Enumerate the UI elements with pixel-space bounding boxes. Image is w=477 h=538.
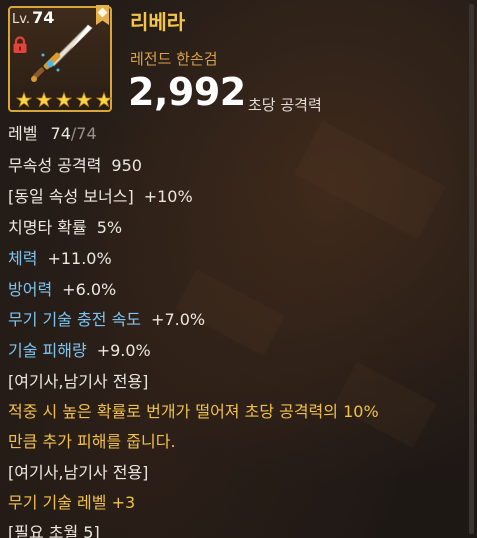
stat-line-hp: 체력 +11.0%: [8, 245, 112, 269]
stat-line-level: 레벨 74/74: [8, 120, 97, 144]
stat-value: +10%: [143, 187, 193, 206]
stat-value: +11.0%: [47, 249, 112, 268]
skill-level-bonus: 무기 기술 레벨 +3: [8, 493, 136, 512]
restriction-text: [여기사,남기사 전용]: [8, 372, 149, 391]
stat-line-element-bonus: [동일 속성 보너스] +10%: [8, 183, 193, 207]
stat-label: 방어력: [8, 280, 53, 299]
effect-description-line: 적중 시 높은 확률로 번개가 떨어져 초당 공격력의 10%: [8, 402, 379, 421]
item-tooltip: Lv. 74 리베라 레전드 한손검 2,992 초당 공격력 레벨 74/74 …: [0, 0, 477, 538]
star-icon: [76, 92, 93, 108]
lock-icon: [13, 36, 27, 53]
star-icon: [16, 92, 32, 108]
stat-line-weapon-skill-charge: 무기 기술 충전 속도 +7.0%: [8, 306, 205, 330]
star-icon: [96, 92, 113, 108]
stat-value: +6.0%: [62, 280, 117, 299]
item-power-value: 2,992: [128, 70, 246, 114]
restriction-text: [여기사,남기사 전용]: [8, 463, 149, 482]
stat-line-crit: 치명타 확률 5%: [8, 214, 122, 238]
stat-label: 무기 기술 충전 속도: [8, 310, 142, 329]
stat-line-defense: 방어력 +6.0%: [8, 276, 116, 300]
stat-value: +9.0%: [96, 341, 151, 360]
stat-value: 5%: [96, 218, 123, 237]
stat-value: 74: [50, 124, 71, 143]
effect-description-line: 만큼 추가 피해를 줍니다.: [8, 432, 176, 451]
stat-label: 레벨: [8, 124, 38, 143]
sword-icon: [31, 24, 93, 82]
stat-label: 무속성 공격력: [8, 156, 102, 175]
item-type: 레전드 한손검: [130, 50, 218, 68]
stat-value: 950: [111, 156, 142, 175]
stat-label: 체력: [8, 249, 38, 268]
stat-value: +7.0%: [151, 310, 206, 329]
stat-value-max: /74: [70, 124, 97, 143]
requirement-text: [필요 초월 5]: [8, 523, 100, 538]
stat-label: 치명타 확률: [8, 218, 87, 237]
item-name: 리베라: [130, 10, 186, 34]
star-icon: [56, 92, 73, 108]
star-icon: [36, 92, 53, 108]
stat-line-attack: 무속성 공격력 950: [8, 152, 142, 176]
stat-label: [동일 속성 보너스]: [8, 187, 134, 206]
tooltip-scrollbar[interactable]: [469, 4, 474, 534]
stat-line-skill-damage: 기술 피해량 +9.0%: [8, 337, 151, 361]
background-texture: [294, 120, 446, 240]
stat-label: 기술 피해량: [8, 341, 87, 360]
item-power-label: 초당 공격력: [248, 96, 322, 114]
star-rating: [16, 92, 113, 112]
